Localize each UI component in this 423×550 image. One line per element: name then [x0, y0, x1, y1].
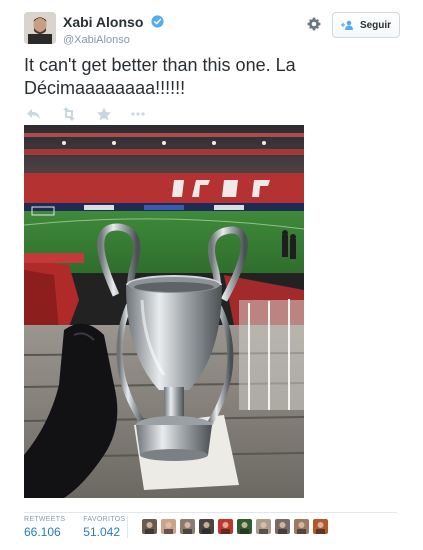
avatar-9[interactable] [294, 519, 309, 534]
favorites-label: FAVORITOS [83, 516, 126, 523]
avatar-5[interactable] [218, 519, 233, 534]
trophy-photo [24, 125, 304, 498]
stats-divider [127, 516, 128, 538]
tweet-header: Xabi Alonso @XabiAlonso Seguir [24, 12, 400, 48]
add-user-icon [340, 20, 353, 30]
footer-divider [24, 512, 397, 513]
verified-badge-icon [151, 15, 164, 28]
avatar[interactable] [24, 12, 56, 44]
follow-button[interactable]: Seguir [332, 12, 400, 38]
favorite-icon[interactable] [96, 107, 112, 121]
follow-button-label: Seguir [359, 19, 392, 31]
avatar-4[interactable] [199, 519, 214, 534]
tweet-photo[interactable] [24, 125, 304, 498]
profile-photo [24, 12, 56, 44]
more-icon[interactable] [130, 107, 146, 121]
avatar-10[interactable] [313, 519, 328, 534]
avatar-7[interactable] [256, 519, 271, 534]
favorites-stat[interactable]: FAVORITOS 51.042 [83, 516, 125, 539]
retweets-stat[interactable]: RETWEETS 66.106 [24, 516, 65, 539]
tweet-text: It can't get better than this one. La Dé… [24, 55, 296, 98]
tweet-actions [26, 106, 164, 122]
tweet-stats: RETWEETS 66.106 FAVORITOS 51.042 [24, 516, 143, 539]
favoriter-avatars [142, 519, 332, 534]
user-username[interactable]: @XabiAlonso [63, 34, 164, 46]
avatar-1[interactable] [142, 519, 157, 534]
avatar-6[interactable] [237, 519, 252, 534]
avatar-8[interactable] [275, 519, 290, 534]
favorites-count: 51.042 [83, 525, 120, 539]
retweet-icon[interactable] [60, 107, 78, 121]
retweets-label: RETWEETS [24, 516, 66, 523]
gear-icon[interactable] [306, 16, 322, 32]
retweets-count: 66.106 [24, 525, 61, 539]
avatar-3[interactable] [180, 519, 195, 534]
avatar-2[interactable] [161, 519, 176, 534]
reply-icon[interactable] [26, 107, 42, 121]
user-fullname[interactable]: Xabi Alonso [63, 14, 143, 30]
user-names: Xabi Alonso @XabiAlonso [63, 13, 164, 46]
